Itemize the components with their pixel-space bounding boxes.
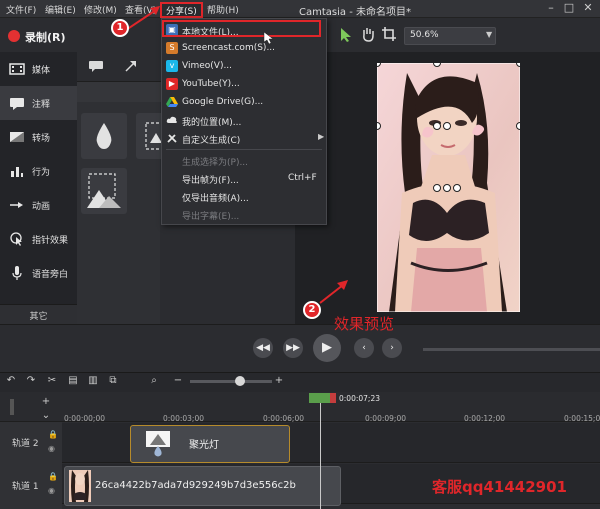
pointer-arrow-2 xyxy=(319,284,344,304)
step-badge-2: 2 xyxy=(303,301,321,319)
pointer-arrow-1 xyxy=(125,9,157,31)
watermark-text: 客服qq41442901 xyxy=(432,478,567,496)
step-badge-1: 1 xyxy=(111,19,129,37)
effect-preview-label: 效果预览 xyxy=(334,315,395,333)
mouse-cursor-icon xyxy=(263,31,274,45)
tutorial-arrows xyxy=(125,6,348,304)
